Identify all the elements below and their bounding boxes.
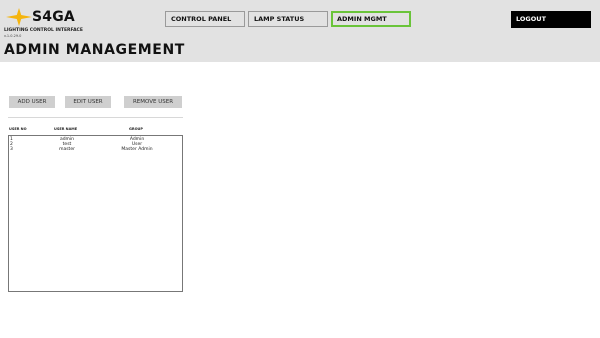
column-header-user-name: USER NAME bbox=[54, 127, 78, 131]
add-user-button[interactable]: ADD USER bbox=[9, 96, 55, 108]
app-version: v.1.0.29.0 bbox=[4, 34, 22, 38]
user-group: Master Admin bbox=[121, 147, 153, 152]
remove-user-button[interactable]: REMOVE USER bbox=[124, 96, 182, 108]
user-list[interactable]: 1 admin Admin 2 test User 3 master Maste… bbox=[8, 135, 183, 292]
nav-admin-mgmt-button[interactable]: ADMIN MGMT bbox=[331, 11, 411, 27]
edit-user-button[interactable]: EDIT USER bbox=[65, 96, 111, 108]
brand-subtitle: LIGHTING CONTROL INTERFACE bbox=[4, 28, 83, 33]
page-title: ADMIN MANAGEMENT bbox=[4, 42, 185, 58]
plane-logo-icon bbox=[6, 8, 32, 26]
column-header-user-no: USER NO bbox=[9, 127, 27, 131]
column-header-group: GROUP bbox=[129, 127, 143, 131]
user-no: 3 bbox=[10, 147, 13, 152]
top-bar: S4GA LIGHTING CONTROL INTERFACE v.1.0.29… bbox=[0, 0, 600, 62]
nav-lamp-status-button[interactable]: LAMP STATUS bbox=[248, 11, 328, 27]
brand-name: S4GA bbox=[32, 9, 75, 25]
divider bbox=[8, 117, 183, 118]
logout-button[interactable]: LOGOUT bbox=[511, 11, 591, 28]
nav-control-panel-button[interactable]: CONTROL PANEL bbox=[165, 11, 245, 27]
user-name: master bbox=[59, 147, 75, 152]
list-item[interactable]: 3 master Master Admin bbox=[9, 147, 182, 152]
